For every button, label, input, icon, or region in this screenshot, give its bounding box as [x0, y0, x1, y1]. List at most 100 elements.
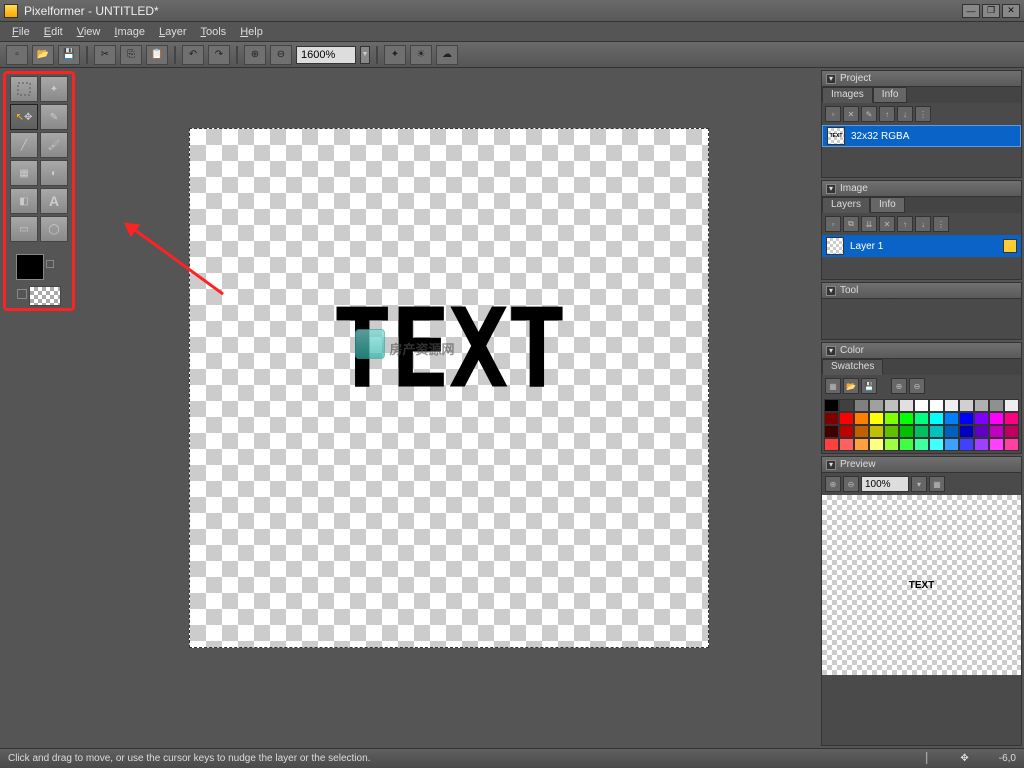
pencil-tool[interactable]: ╱ — [10, 132, 38, 158]
color-swatch[interactable] — [929, 425, 944, 438]
color-swatch[interactable] — [944, 399, 959, 412]
color-swatch[interactable] — [839, 399, 854, 412]
color-swatch[interactable] — [944, 412, 959, 425]
color-swatch[interactable] — [1004, 412, 1019, 425]
swatch-add-button[interactable]: ⊕ — [891, 378, 907, 394]
color-swatch[interactable] — [899, 438, 914, 451]
zoom-out-button[interactable]: ⊖ — [270, 45, 292, 65]
color-swatch[interactable] — [839, 438, 854, 451]
zoom-dropdown[interactable]: ▼ — [360, 46, 370, 64]
color-panel-toggle[interactable]: ▾ — [826, 346, 836, 356]
brush-tool[interactable]: 🖌 — [40, 132, 68, 158]
color-swatch[interactable] — [884, 438, 899, 451]
effect-sparkle-button[interactable]: ✦ — [384, 45, 406, 65]
preview-zoomin-button[interactable]: ⊕ — [825, 476, 841, 492]
layer-new-button[interactable]: ▫ — [825, 216, 841, 232]
minimize-button[interactable]: — — [962, 4, 980, 18]
color-swatch[interactable] — [929, 399, 944, 412]
color-swatch[interactable] — [1004, 425, 1019, 438]
color-swatch[interactable] — [944, 438, 959, 451]
color-swatch[interactable] — [854, 399, 869, 412]
color-swatch[interactable] — [914, 438, 929, 451]
color-swatch[interactable] — [959, 399, 974, 412]
swatch-save-button[interactable]: 💾 — [861, 378, 877, 394]
image-tab-info[interactable]: Info — [870, 197, 905, 213]
copy-button[interactable]: ⎘ — [120, 45, 142, 65]
color-swatch[interactable] — [914, 412, 929, 425]
color-swatch[interactable] — [989, 399, 1004, 412]
swatch-load-button[interactable]: 📂 — [843, 378, 859, 394]
color-swatch[interactable] — [929, 412, 944, 425]
foreground-color[interactable] — [16, 254, 44, 280]
zoom-in-button[interactable]: ⊕ — [244, 45, 266, 65]
maximize-button[interactable]: ❐ — [982, 4, 1000, 18]
layer-merge-button[interactable]: ⇊ — [861, 216, 877, 232]
eyedropper-tool[interactable]: ✎ — [40, 104, 68, 130]
eraser-tool[interactable]: ◧ — [10, 188, 38, 214]
tool-panel-toggle[interactable]: ▾ — [826, 286, 836, 296]
color-swatch[interactable] — [959, 412, 974, 425]
redo-button[interactable]: ↷ — [208, 45, 230, 65]
color-swatch[interactable] — [914, 425, 929, 438]
color-swatch[interactable] — [974, 425, 989, 438]
color-swatch[interactable] — [929, 438, 944, 451]
color-swatch[interactable] — [869, 399, 884, 412]
project-up-button[interactable]: ↑ — [879, 106, 895, 122]
rect-shape-tool[interactable]: ▭ — [10, 216, 38, 242]
menu-edit[interactable]: Edit — [38, 24, 69, 40]
layer-down-button[interactable]: ↓ — [915, 216, 931, 232]
color-swatch[interactable] — [1004, 399, 1019, 412]
undo-button[interactable]: ↶ — [182, 45, 204, 65]
layer-dup-button[interactable]: ⧉ — [843, 216, 859, 232]
color-swatch[interactable] — [869, 425, 884, 438]
color-swatch[interactable] — [989, 412, 1004, 425]
color-swatch[interactable] — [824, 412, 839, 425]
layer-menu-button[interactable]: ⋮ — [933, 216, 949, 232]
color-swatch[interactable] — [914, 399, 929, 412]
background-color[interactable] — [29, 286, 61, 306]
color-swatch[interactable] — [884, 425, 899, 438]
color-swatch[interactable] — [854, 412, 869, 425]
ellipse-shape-tool[interactable]: ◯ — [40, 216, 68, 242]
color-swatch[interactable] — [974, 438, 989, 451]
color-swatch[interactable] — [959, 438, 974, 451]
color-tab-swatches[interactable]: Swatches — [822, 359, 883, 375]
move-tool[interactable]: ↖✥ — [10, 104, 38, 130]
color-swatch[interactable] — [899, 425, 914, 438]
save-button[interactable]: 💾 — [58, 45, 80, 65]
color-swatch[interactable] — [899, 412, 914, 425]
color-swatch[interactable] — [959, 425, 974, 438]
close-button[interactable]: ✕ — [1002, 4, 1020, 18]
project-down-button[interactable]: ↓ — [897, 106, 913, 122]
preview-zoomout-button[interactable]: ⊖ — [843, 476, 859, 492]
menu-help[interactable]: Help — [234, 24, 269, 40]
color-swatch[interactable] — [869, 438, 884, 451]
swatch-grid-button[interactable]: ▦ — [825, 378, 841, 394]
select-rect-tool[interactable] — [10, 76, 38, 102]
project-add-button[interactable]: ▫ — [825, 106, 841, 122]
layer-item[interactable]: Layer 1 — [822, 235, 1021, 257]
image-tab-layers[interactable]: Layers — [822, 197, 870, 213]
color-swatch[interactable] — [989, 438, 1004, 451]
color-swatch[interactable] — [974, 412, 989, 425]
project-panel-toggle[interactable]: ▾ — [826, 74, 836, 84]
color-swatch[interactable] — [839, 425, 854, 438]
color-swatch[interactable] — [839, 412, 854, 425]
color-swatch[interactable] — [869, 412, 884, 425]
effect-sun-button[interactable]: ☀ — [410, 45, 432, 65]
layer-delete-button[interactable]: ✕ — [879, 216, 895, 232]
new-button[interactable]: ▫ — [6, 45, 28, 65]
menu-layer[interactable]: Layer — [153, 24, 193, 40]
project-delete-button[interactable]: ✕ — [843, 106, 859, 122]
swatch-del-button[interactable]: ⊖ — [909, 378, 925, 394]
project-menu-button[interactable]: ⋮ — [915, 106, 931, 122]
color-swatch[interactable] — [884, 412, 899, 425]
color-swatch[interactable] — [884, 399, 899, 412]
color-swatch[interactable] — [854, 438, 869, 451]
zoom-level-input[interactable]: 1600% — [296, 46, 356, 64]
preview-zoom-input[interactable]: 100% — [861, 476, 909, 492]
fill-tool[interactable]: ▦ — [10, 160, 38, 186]
preview-zoom-dropdown[interactable]: ▾ — [911, 476, 927, 492]
menu-view[interactable]: View — [71, 24, 107, 40]
color-swatch[interactable] — [944, 425, 959, 438]
